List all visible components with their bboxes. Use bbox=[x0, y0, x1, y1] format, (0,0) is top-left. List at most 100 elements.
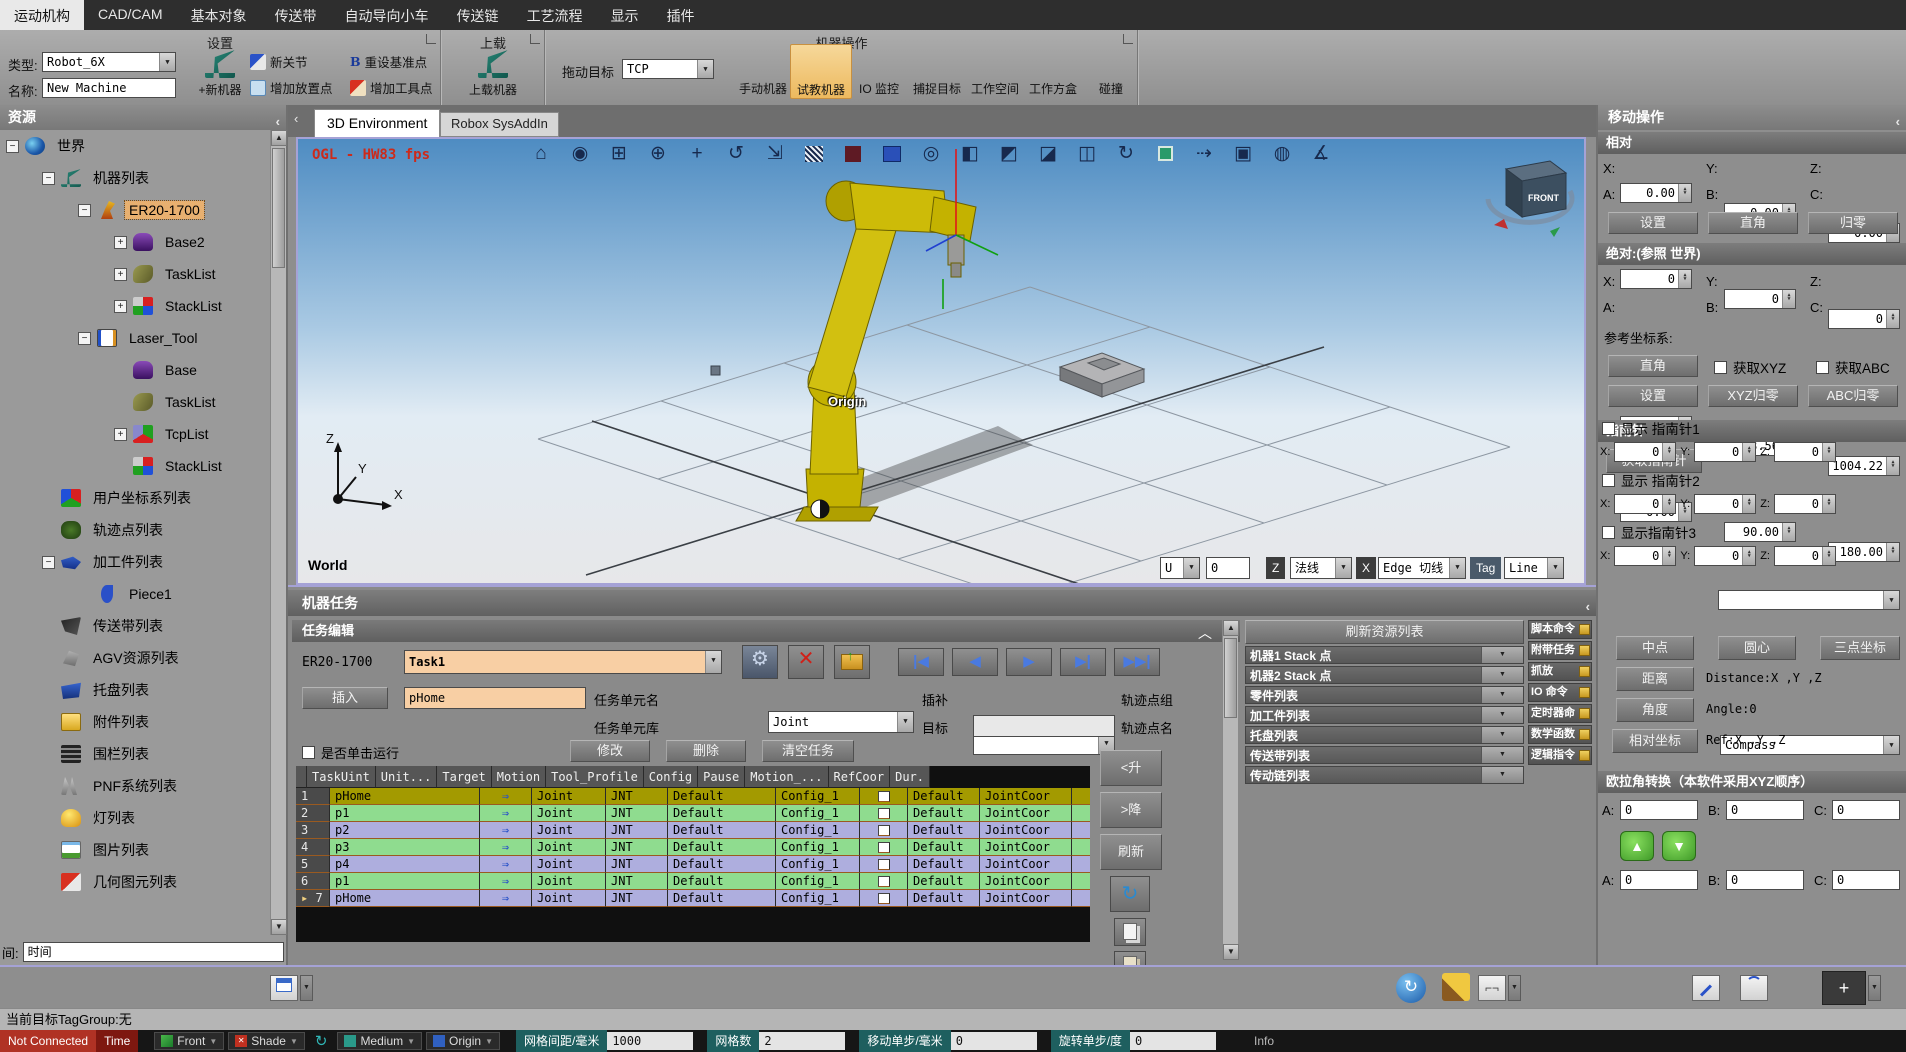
home-icon[interactable]: ⌂ bbox=[528, 143, 554, 165]
column-header[interactable]: RefCoor bbox=[829, 766, 891, 788]
menu-item[interactable]: 传送链 bbox=[443, 0, 513, 30]
compass-x-input[interactable]: 0 bbox=[1614, 442, 1676, 462]
column-header[interactable]: Target bbox=[437, 766, 491, 788]
refresh-resource-list-button[interactable]: 刷新资源列表 bbox=[1245, 620, 1524, 644]
menu-item[interactable]: 工艺流程 bbox=[513, 0, 597, 30]
plane-yz-icon[interactable]: ◫ bbox=[1074, 143, 1100, 165]
task-open-button[interactable]: ↑ bbox=[834, 645, 870, 679]
get-abc-checkbox-row[interactable]: 获取ABC bbox=[1816, 357, 1890, 377]
compass-y-input[interactable]: 0 bbox=[1694, 494, 1756, 514]
menu-item[interactable]: 插件 bbox=[653, 0, 709, 30]
robot-type-select[interactable]: Robot_6X bbox=[42, 52, 176, 72]
table-row[interactable]: 2 p1 ⇒ Joint JNT Default Config_1 Defaul… bbox=[296, 805, 1090, 822]
menu-item[interactable]: 自动导向小车 bbox=[331, 0, 443, 30]
chevron-down-icon[interactable]: ▼ bbox=[1481, 707, 1523, 723]
point-name-input[interactable] bbox=[973, 715, 1115, 737]
menu-item[interactable]: CAD/CAM bbox=[84, 0, 177, 30]
resource-list-item[interactable]: 机器2 Stack 点▼ bbox=[1245, 666, 1524, 684]
unit-name-input[interactable]: pHome bbox=[404, 687, 586, 709]
table-row[interactable]: 3 p2 ⇒ Joint JNT Default Config_1 Defaul… bbox=[296, 822, 1090, 839]
menu-item[interactable]: 显示 bbox=[597, 0, 653, 30]
quality-select[interactable]: Medium▼ bbox=[337, 1032, 422, 1050]
z-badge[interactable]: Z bbox=[1266, 557, 1285, 579]
add-tool-point-button[interactable]: 增加工具点 bbox=[350, 78, 433, 97]
reset-base-point-button[interactable]: B重设基准点 bbox=[350, 52, 427, 71]
tree-item[interactable]: − Laser_Tool bbox=[0, 322, 272, 354]
midpoint-button[interactable]: 中点 bbox=[1616, 636, 1694, 660]
machine-op-button[interactable]: IO 监控 bbox=[848, 44, 910, 97]
add-place-point-button[interactable]: 增加放置点 bbox=[250, 78, 333, 97]
time-input[interactable]: 时间 bbox=[23, 942, 284, 962]
tree-item[interactable]: 围栏列表 bbox=[0, 738, 272, 770]
tree-item[interactable]: 传送带列表 bbox=[0, 610, 272, 642]
expand-toggle-icon[interactable]: − bbox=[42, 556, 55, 569]
tree-item[interactable]: + TcpList bbox=[0, 418, 272, 450]
column-header[interactable]: Tool_Profile bbox=[546, 766, 644, 788]
sync-button[interactable]: ↻ bbox=[1110, 876, 1150, 912]
convert-up-button[interactable]: ▲ bbox=[1620, 831, 1654, 861]
pan-icon[interactable]: + bbox=[684, 143, 710, 165]
compass-z-input[interactable]: 0 bbox=[1774, 442, 1836, 462]
machine-op-button[interactable]: 手动机器 bbox=[732, 44, 794, 97]
tree-item[interactable]: 图片列表 bbox=[0, 834, 272, 866]
spinner[interactable] bbox=[1678, 184, 1691, 202]
tree-item[interactable]: StackList bbox=[0, 450, 272, 482]
nav-last-button[interactable]: ▶▶| bbox=[1114, 648, 1160, 676]
euler-c2-input[interactable]: 0 bbox=[1832, 870, 1900, 890]
rotate-cw-icon[interactable]: ↻ bbox=[1113, 143, 1139, 165]
expand-toggle-icon[interactable]: − bbox=[6, 140, 19, 153]
rel-c-input[interactable]: 0 bbox=[1828, 309, 1900, 329]
machine-op-button[interactable]: 试教机器 bbox=[790, 44, 852, 99]
edit-point-button[interactable] bbox=[1692, 975, 1720, 1001]
column-header[interactable]: Dur. bbox=[890, 766, 930, 788]
three-point-button[interactable]: 三点坐标 bbox=[1820, 636, 1900, 660]
viewport-3d[interactable]: FRONT Z Y X OGL - HW83 fps Origin World … bbox=[296, 137, 1586, 585]
compass-z-input[interactable]: 0 bbox=[1774, 546, 1836, 566]
crosshair-button[interactable]: + bbox=[1822, 971, 1866, 1005]
tree-item[interactable]: AGV资源列表 bbox=[0, 642, 272, 674]
abs-rect-button[interactable]: 直角 bbox=[1608, 355, 1698, 377]
column-header[interactable]: Motion bbox=[492, 766, 546, 788]
task-settings-button[interactable]: ⚙ bbox=[742, 645, 778, 679]
path-points-icon[interactable]: ⇢ bbox=[1191, 143, 1217, 165]
command-item[interactable]: 逻辑指令 bbox=[1528, 746, 1592, 765]
show-compass-checkbox[interactable] bbox=[1602, 422, 1615, 435]
chevron-down-icon[interactable]: ▼ bbox=[1481, 767, 1523, 783]
rotate-view-icon[interactable]: ↺ bbox=[723, 143, 749, 165]
expand-toggle-icon[interactable]: − bbox=[42, 172, 55, 185]
expand-toggle-icon[interactable]: − bbox=[78, 332, 91, 345]
copy-button[interactable] bbox=[1114, 918, 1146, 946]
show-compass-checkbox-row[interactable]: 显示指南针3 bbox=[1602, 522, 1906, 542]
nav-play-button[interactable]: ▶ bbox=[1006, 648, 1052, 676]
tree-item[interactable]: − ER20-1700 bbox=[0, 194, 272, 226]
single-run-checkbox[interactable] bbox=[302, 746, 315, 759]
scroll-up-icon[interactable]: ▲ bbox=[271, 130, 287, 146]
tree-item[interactable]: 附件列表 bbox=[0, 706, 272, 738]
compass-x-input[interactable]: 0 bbox=[1614, 546, 1676, 566]
resource-list-item[interactable]: 机器1 Stack 点▼ bbox=[1245, 646, 1524, 664]
ref-frame-select[interactable] bbox=[1718, 590, 1900, 610]
abc-zero-button[interactable]: ABC归零 bbox=[1808, 385, 1898, 407]
hatch-fill-icon[interactable] bbox=[801, 143, 827, 165]
rotate-step-input[interactable]: 0 bbox=[1130, 1032, 1216, 1050]
chevron-down-icon[interactable]: ▼ bbox=[1481, 667, 1523, 683]
normal-select[interactable]: 法线 bbox=[1290, 557, 1352, 579]
tree-item[interactable]: − 机器列表 bbox=[0, 162, 272, 194]
curve-button[interactable] bbox=[1740, 975, 1768, 1001]
grid-count-input[interactable]: 2 bbox=[759, 1032, 845, 1050]
move-down-button[interactable]: >降 bbox=[1100, 792, 1162, 828]
grid-spacing-input[interactable]: 1000 bbox=[607, 1032, 693, 1050]
tab-robox-sysaddin[interactable]: Robox SysAddIn bbox=[440, 112, 559, 137]
zoom-window-icon[interactable]: ⊞ bbox=[606, 143, 632, 165]
show-compass-checkbox-row[interactable]: 显示 指南针2 bbox=[1602, 470, 1906, 490]
chevron-down-icon[interactable]: ▼ bbox=[300, 975, 313, 1001]
spinner[interactable] bbox=[1678, 270, 1691, 288]
pause-checkbox[interactable] bbox=[878, 859, 890, 870]
measure-angle-icon[interactable]: ∡ bbox=[1308, 143, 1334, 165]
tree-item[interactable]: 托盘列表 bbox=[0, 674, 272, 706]
u-axis-select[interactable]: U bbox=[1160, 557, 1200, 579]
column-header[interactable]: Config bbox=[644, 766, 698, 788]
relative-coord-button[interactable]: 相对坐标 bbox=[1612, 729, 1698, 753]
dialog-launcher-icon[interactable] bbox=[426, 34, 436, 44]
euler-c1-input[interactable]: 0 bbox=[1832, 800, 1900, 820]
